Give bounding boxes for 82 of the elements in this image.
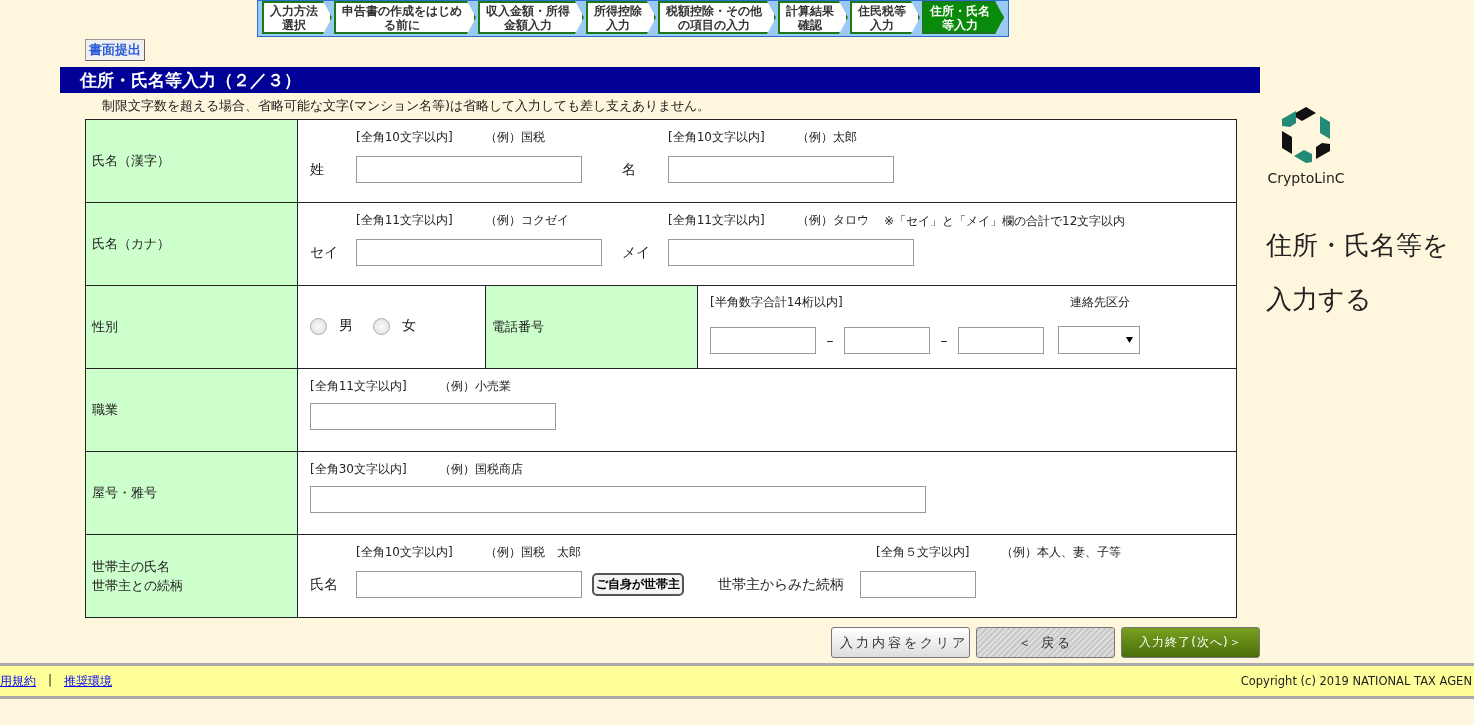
example-text: （例）タロウ xyxy=(796,211,869,229)
hint-text: [全角５文字以内] xyxy=(876,543,970,561)
back-button[interactable]: ＜ 戻る xyxy=(976,627,1115,658)
dash-text: – xyxy=(939,332,949,348)
input-field[interactable] xyxy=(860,571,976,598)
logo-text: CryptoLinC xyxy=(1267,170,1345,186)
row-label: 世帯主の氏名 xyxy=(92,557,171,576)
example-text: （例）国税 xyxy=(484,128,545,146)
example-text: （例）太郎 xyxy=(796,128,857,146)
input-field[interactable] xyxy=(668,239,914,266)
step-label: 選択 xyxy=(282,18,306,32)
field-label: 姓 xyxy=(310,160,325,179)
field-label: 世帯主からみた続柄 xyxy=(718,575,844,594)
note-text: 制限文字数を超える場合、省略可能な文字(マンション名等)は省略して入力しても差し支えありません。 xyxy=(102,97,712,115)
step-label: 収入金額・所得 xyxy=(486,4,570,18)
step-label: る前に xyxy=(384,18,420,32)
side-caption: 住所・氏名等を入力する xyxy=(1266,229,1450,316)
radio-button[interactable] xyxy=(373,317,390,335)
step-label: 確認 xyxy=(798,18,822,32)
next-button[interactable]: 入力終了(次へ)＞ xyxy=(1121,627,1260,658)
dash-text: – xyxy=(825,332,835,348)
step-label: 住民税等 xyxy=(858,4,906,18)
remark-text: ※「セイ」と「メイ」欄の合計で12文字以内 xyxy=(884,213,1126,230)
input-field[interactable] xyxy=(844,326,930,354)
step-label: 金額入力 xyxy=(504,18,552,32)
footer-link[interactable]: 推奨環境 xyxy=(64,672,113,690)
step-label: 計算結果 xyxy=(786,4,834,18)
dropdown[interactable] xyxy=(1058,326,1140,354)
example-text: （例）小売業 xyxy=(438,377,511,395)
hint-text: [全角11文字以内] xyxy=(310,377,407,395)
input-field[interactable] xyxy=(310,403,556,430)
hint-text: [全角10文字以内] xyxy=(356,543,453,561)
input-field[interactable] xyxy=(356,571,582,598)
input-field[interactable] xyxy=(710,326,816,354)
hint-text: [全角10文字以内] xyxy=(356,128,453,146)
step-label: 申告書の作成をはじめ xyxy=(342,4,462,18)
input-field[interactable] xyxy=(668,156,894,183)
step-label: 入力 xyxy=(606,18,630,32)
copyright-text: Copyright (c) 2019 NATIONAL TAX AGEN xyxy=(1240,674,1472,688)
row-label: 氏名（漢字） xyxy=(92,152,171,170)
radio-button[interactable] xyxy=(310,317,327,335)
example-text: （例）本人、妻、子等 xyxy=(1001,543,1122,561)
field-label: セイ xyxy=(310,243,339,262)
step-label: 所得控除 xyxy=(594,4,642,18)
paper-submit-button[interactable]: 書面提出 xyxy=(85,39,145,61)
hint-text: [半角数字合計14桁以内] xyxy=(710,294,843,311)
step-label: 入力方法 xyxy=(270,4,318,18)
step-label: 税額控除・その他 xyxy=(666,4,762,18)
input-field[interactable] xyxy=(356,239,602,266)
footer-link[interactable]: 用規約 xyxy=(0,672,36,690)
caret-icon xyxy=(1126,337,1133,343)
row-label: 世帯主との続柄 xyxy=(92,576,184,595)
row-label: 屋号・雅号 xyxy=(92,484,158,502)
self-householder-button[interactable]: ご自身が世帯主 xyxy=(592,573,684,596)
input-field[interactable] xyxy=(958,326,1044,354)
row-label: 氏名（カナ） xyxy=(92,235,171,253)
section-title: 住所・氏名等入力（２／３） xyxy=(60,67,1260,93)
step-label: の項目の入力 xyxy=(678,18,750,32)
step-label: 入力 xyxy=(870,18,894,32)
hint-text: [全角11文字以内] xyxy=(356,211,453,229)
hint-text: [全角30文字以内] xyxy=(310,460,407,478)
example-text: （例）国税商店 xyxy=(438,460,523,478)
field-label: 氏名 xyxy=(310,575,339,594)
input-field[interactable] xyxy=(310,486,926,513)
field-label: メイ xyxy=(622,243,651,262)
hint-text: [全角11文字以内] xyxy=(668,211,765,229)
separator-text: | xyxy=(48,672,53,689)
row-label: 電話番号 xyxy=(492,318,545,336)
field-label: 連絡先区分 xyxy=(1070,294,1130,311)
radio-label: 女 xyxy=(402,317,416,335)
example-text: （例）国税 太郎 xyxy=(484,543,581,561)
clear-button[interactable]: 入力内容をクリア xyxy=(831,627,970,658)
row-label: 性別 xyxy=(92,318,119,336)
field-label: 名 xyxy=(622,160,637,179)
row-label: 職業 xyxy=(92,401,119,419)
hint-text: [全角10文字以内] xyxy=(668,128,765,146)
step-label: 住所・氏名 xyxy=(930,4,990,18)
hexagon-logo-icon xyxy=(1280,106,1332,164)
step-label: 等入力 xyxy=(942,18,978,32)
example-text: （例）コクゼイ xyxy=(484,211,569,229)
radio-label: 男 xyxy=(339,317,353,335)
input-field[interactable] xyxy=(356,156,582,183)
